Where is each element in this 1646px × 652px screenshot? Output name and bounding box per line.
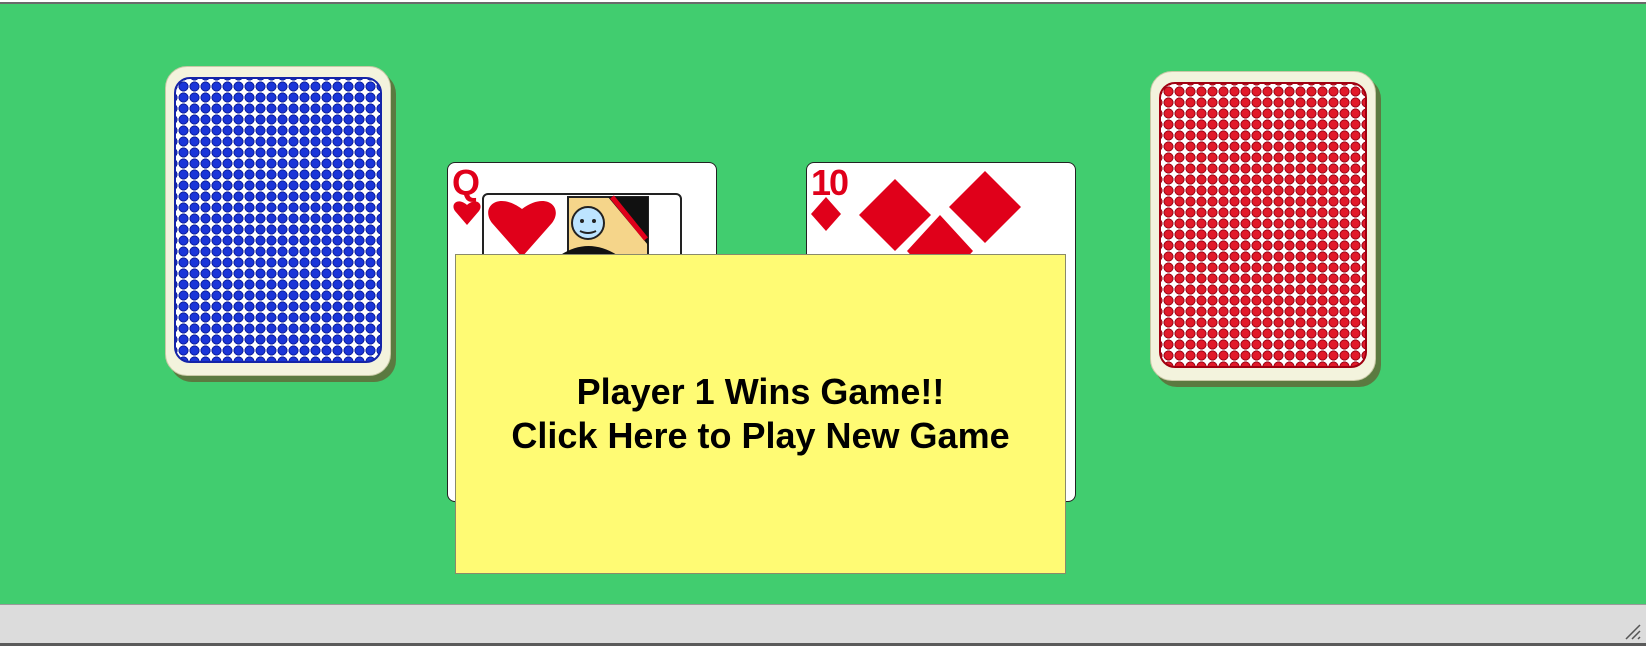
new-game-button[interactable]: Player 1 Wins Game!! Click Here to Play … bbox=[455, 254, 1066, 574]
player2-deck[interactable] bbox=[1150, 71, 1376, 381]
card-rank: Q bbox=[452, 162, 480, 203]
player1-deck-back bbox=[174, 77, 382, 363]
new-game-label: Click Here to Play New Game bbox=[511, 415, 1010, 456]
player1-deck[interactable] bbox=[165, 66, 391, 376]
win-message: Player 1 Wins Game!! bbox=[576, 371, 945, 412]
resize-grip-icon[interactable] bbox=[1616, 615, 1642, 641]
heart-icon bbox=[453, 201, 481, 225]
player2-deck-back bbox=[1159, 82, 1367, 368]
status-bar bbox=[0, 604, 1646, 646]
game-window: Q 10 Player 1 Wins Game!! Click Here to … bbox=[0, 0, 1646, 652]
card-table: Q 10 Player 1 Wins Game!! Click Here to … bbox=[0, 2, 1646, 604]
